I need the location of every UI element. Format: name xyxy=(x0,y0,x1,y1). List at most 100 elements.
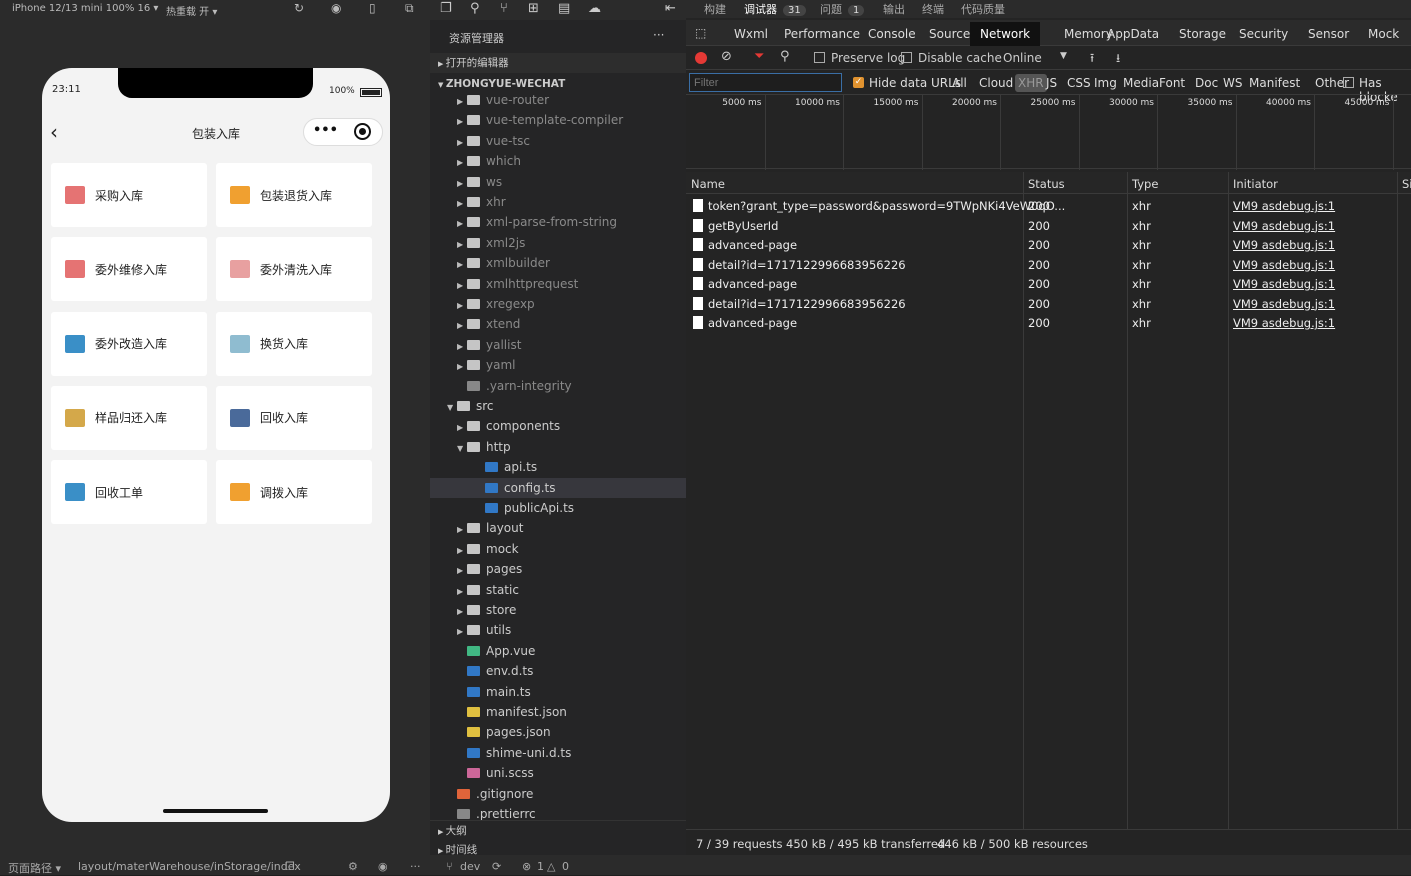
tree-folder[interactable]: ▶ xml-parse-from-string xyxy=(430,212,686,232)
tree-file[interactable]: App.vue xyxy=(430,641,686,661)
filter-type-manifest[interactable]: Manifest xyxy=(1249,76,1300,90)
tab-storage[interactable]: Storage xyxy=(1179,22,1226,46)
tree-folder[interactable]: ▶ yaml xyxy=(430,355,686,375)
request-row[interactable]: advanced-page 200 xhr VM9 asdebug.js:1 xyxy=(688,313,1398,333)
source-control-icon[interactable]: ⑂ xyxy=(500,1,508,16)
docker-icon[interactable]: ☁ xyxy=(588,1,601,16)
filter-type-css[interactable]: CSS xyxy=(1067,76,1091,90)
request-row[interactable]: advanced-page 200 xhr VM9 asdebug.js:1 xyxy=(688,235,1398,255)
request-row[interactable]: token?grant_type=password&password=9TWpN… xyxy=(688,196,1398,216)
top-tab[interactable]: 终端 xyxy=(922,1,944,17)
inspect-element-icon[interactable]: ⬚ xyxy=(695,26,706,40)
tree-folder[interactable]: ▼ http xyxy=(430,437,686,457)
top-tab[interactable]: 输出 xyxy=(883,1,905,17)
search-icon[interactable]: ⚲ xyxy=(470,1,480,16)
filter-type-cloud[interactable]: Cloud xyxy=(979,76,1013,90)
collapse-panel-icon[interactable]: ⇤ xyxy=(665,1,676,16)
more-icon[interactable]: ··· xyxy=(410,860,421,873)
tree-folder[interactable]: ▶ xtend xyxy=(430,314,686,334)
sync-icon[interactable]: ⟳ xyxy=(492,860,501,873)
request-initiator[interactable]: VM9 asdebug.js:1 xyxy=(1233,199,1335,213)
filter-type-img[interactable]: Img xyxy=(1094,76,1117,90)
tree-file[interactable]: env.d.ts xyxy=(430,661,686,681)
request-initiator[interactable]: VM9 asdebug.js:1 xyxy=(1233,258,1335,272)
tab-appdata[interactable]: AppData xyxy=(1107,22,1159,46)
tree-folder[interactable]: ▶ xml2js xyxy=(430,233,686,253)
tree-folder[interactable]: ▼ src xyxy=(430,396,686,416)
tree-file[interactable]: .gitignore xyxy=(430,784,686,804)
throttle-select[interactable]: Online xyxy=(1003,51,1042,65)
tree-folder[interactable]: ▶ which xyxy=(430,151,686,171)
tab-sensor[interactable]: Sensor xyxy=(1308,22,1349,46)
tree-folder[interactable]: ▶ yallist xyxy=(430,335,686,355)
tree-folder[interactable]: ▶ xregexp xyxy=(430,294,686,314)
tree-folder[interactable]: ▶ mock xyxy=(430,539,686,559)
dropdown-arrow-icon[interactable]: ▼ xyxy=(1060,51,1067,61)
filter-icon[interactable]: ⏷ xyxy=(754,49,764,64)
tree-file[interactable]: .yarn-integrity xyxy=(430,376,686,396)
tree-folder[interactable]: ▶ xmlhttprequest xyxy=(430,274,686,294)
files-icon[interactable]: ❐ xyxy=(440,1,452,16)
tree-folder[interactable]: ▶ xhr xyxy=(430,192,686,212)
tab-performance[interactable]: Performance xyxy=(784,22,860,46)
menu-card[interactable]: 回收工单 xyxy=(51,460,207,525)
error-icon[interactable]: ⊗ xyxy=(522,860,531,873)
preserve-log-checkbox[interactable] xyxy=(814,52,825,63)
device-select[interactable]: iPhone 12/13 mini 100% 16 ▾ xyxy=(12,3,158,14)
menu-card[interactable]: 调拨入库 xyxy=(216,460,372,525)
filter-type-ws[interactable]: WS xyxy=(1223,76,1242,90)
stop-icon[interactable]: ◉ xyxy=(331,1,341,15)
export-har-icon[interactable]: ⭳ xyxy=(1116,49,1120,70)
preview-icon[interactable]: ◉ xyxy=(378,860,388,873)
has-blocked-checkbox[interactable] xyxy=(1343,77,1354,88)
tree-folder[interactable]: ▶ static xyxy=(430,580,686,600)
open-editors-section[interactable]: ▶ 打开的编辑器 xyxy=(430,53,686,73)
clear-icon[interactable]: ⊘ xyxy=(721,49,732,64)
tree-file[interactable]: api.ts xyxy=(430,457,686,477)
hide-data-urls-checkbox[interactable]: ✓ xyxy=(853,77,864,88)
tree-folder[interactable]: ▶ pages xyxy=(430,559,686,579)
tree-file[interactable]: publicApi.ts xyxy=(430,498,686,518)
tree-folder[interactable]: ▶ vue-template-compiler xyxy=(430,110,686,130)
outline-section[interactable]: ▶ 大纲 xyxy=(430,820,686,840)
refresh-icon[interactable]: ↻ xyxy=(294,1,304,15)
tree-folder[interactable]: ▶ xmlbuilder xyxy=(430,253,686,273)
import-har-icon[interactable]: ⭱ xyxy=(1090,49,1094,70)
tree-file[interactable]: main.ts xyxy=(430,682,686,702)
timeline-section[interactable]: ▶ 时间线 xyxy=(430,840,686,856)
explorer-more-button[interactable]: ··· xyxy=(653,28,664,42)
request-initiator[interactable]: VM9 asdebug.js:1 xyxy=(1233,238,1335,252)
search-icon[interactable]: ⚲ xyxy=(780,49,790,64)
filter-type-media[interactable]: Media xyxy=(1123,76,1159,90)
menu-card[interactable]: 包装退货入库 xyxy=(216,163,372,227)
request-initiator[interactable]: VM9 asdebug.js:1 xyxy=(1233,297,1335,311)
close-miniprogram-button[interactable] xyxy=(354,123,371,140)
network-overview[interactable]: 5000 ms 10000 ms 15000 ms 20000 ms 25000 ms 3… xyxy=(686,94,1411,170)
tree-file[interactable]: manifest.json xyxy=(430,702,686,722)
tree-folder[interactable]: ▶ utils xyxy=(430,620,686,640)
tab-console[interactable]: Console xyxy=(868,22,916,46)
request-initiator[interactable]: VM9 asdebug.js:1 xyxy=(1233,277,1335,291)
extensions-icon[interactable]: ⊞ xyxy=(528,1,539,16)
request-initiator[interactable]: VM9 asdebug.js:1 xyxy=(1233,316,1335,330)
filter-type-xhr[interactable]: XHR xyxy=(1015,74,1047,92)
column-header[interactable]: Initiator xyxy=(1233,177,1278,191)
filter-type-font[interactable]: Font xyxy=(1159,76,1185,90)
more-button[interactable]: ••• xyxy=(313,123,338,138)
menu-card[interactable]: 委外维修入库 xyxy=(51,237,207,302)
outline-icon[interactable]: ▤ xyxy=(558,1,570,16)
copy-icon[interactable]: ❐ xyxy=(285,860,295,873)
tree-file[interactable]: uni.scss xyxy=(430,763,686,783)
column-header[interactable]: Status xyxy=(1028,177,1065,191)
request-row[interactable]: detail?id=1717122996683956226 200 xhr VM9 a… xyxy=(688,294,1398,314)
tree-folder[interactable]: ▶ vue-tsc xyxy=(430,131,686,151)
filter-type-all[interactable]: All xyxy=(952,76,967,90)
page-path-select[interactable]: 页面路径 ▾ xyxy=(8,860,61,876)
tab-mock[interactable]: Mock xyxy=(1368,22,1399,46)
request-row[interactable]: detail?id=1717122996683956226 200 xhr VM9 a… xyxy=(688,255,1398,275)
tab-network[interactable]: Network xyxy=(970,22,1041,46)
tab-memory[interactable]: Memory xyxy=(1064,22,1113,46)
tree-file[interactable]: shime-uni.d.ts xyxy=(430,743,686,763)
request-row[interactable]: advanced-page 200 xhr VM9 asdebug.js:1 xyxy=(688,274,1398,294)
top-tab[interactable]: 调试器 31 xyxy=(744,1,806,17)
